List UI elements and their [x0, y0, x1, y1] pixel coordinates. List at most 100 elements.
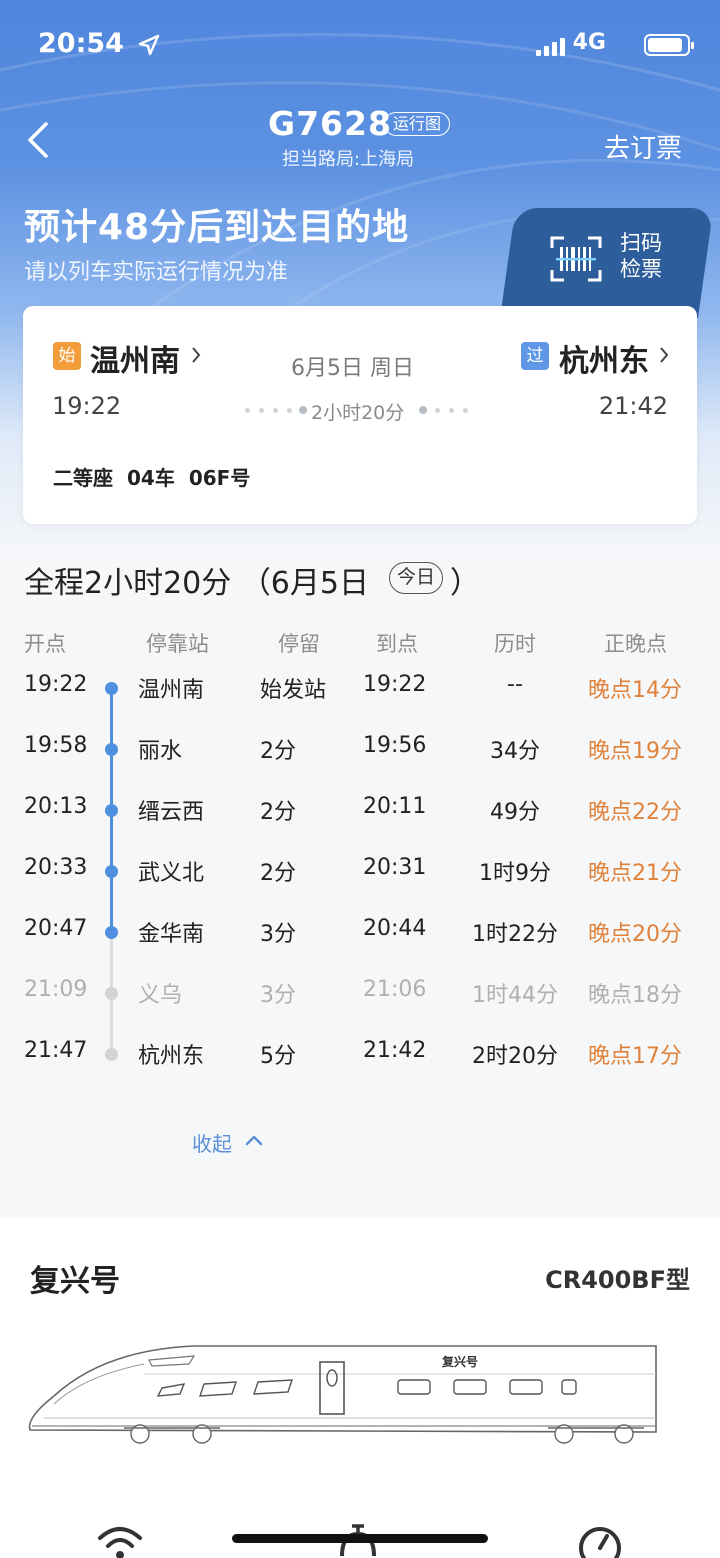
stop-delay: 晚点17分 — [588, 1044, 682, 1069]
stop-arrival: 19:22 — [363, 672, 427, 697]
stop-delay: 晚点18分 — [588, 983, 682, 1008]
seat-class: 二等座 — [53, 466, 113, 490]
train-info-section: 复兴号 CR400BF型 复兴号 — [0, 1218, 720, 1558]
stop-elapsed: -- — [507, 672, 523, 697]
stop-arrival: 20:11 — [363, 794, 427, 819]
stop-departure: 19:22 — [24, 672, 88, 697]
col-header-station: 停靠站 — [146, 632, 209, 656]
stop-stay: 5分 — [260, 1044, 296, 1069]
stop-row: 20:13 缙云西 2分 20:11 49分 晚点22分 — [0, 794, 720, 834]
stop-stay: 始发站 — [260, 678, 327, 703]
collapse-button[interactable]: 收起 — [192, 1128, 232, 1157]
schedule-title-end: ） — [450, 566, 480, 601]
eta-headline: 预计48分后到达目的地 — [24, 207, 410, 248]
stop-stay: 2分 — [260, 800, 296, 825]
train-number: G7628 — [268, 104, 392, 143]
stop-delay: 晚点19分 — [588, 739, 682, 764]
network-type: 4G — [572, 30, 606, 55]
travel-date: 6月5日 周日 — [291, 356, 414, 381]
col-header-arrival: 到点 — [376, 632, 418, 656]
stop-departure: 20:33 — [24, 855, 88, 880]
train-illustration: 复兴号 — [28, 1345, 657, 1444]
speedometer-icon — [579, 1527, 621, 1558]
stop-departure: 21:47 — [24, 1038, 88, 1063]
stop-delay: 晚点14分 — [588, 678, 682, 703]
trip-duration: 2小时20分 — [309, 398, 407, 425]
stop-elapsed: 49分 — [490, 800, 540, 825]
arrival-time: 21:42 — [598, 392, 668, 420]
battery-icon — [644, 34, 694, 56]
stop-departure: 20:47 — [24, 916, 88, 941]
chevron-up-icon[interactable] — [244, 1132, 264, 1148]
stop-row: 19:22 温州南 始发站 19:22 -- 晚点14分 — [0, 672, 720, 712]
stop-stay: 3分 — [260, 922, 296, 947]
stop-arrival: 21:42 — [363, 1038, 427, 1063]
stop-row: 20:33 武义北 2分 20:31 1时9分 晚点21分 — [0, 855, 720, 895]
stop-elapsed: 34分 — [490, 739, 540, 764]
barcode-scan-icon — [550, 236, 602, 282]
chevron-right-icon — [192, 347, 201, 363]
from-station[interactable]: 温州南 — [90, 336, 180, 380]
stop-stay: 3分 — [260, 983, 296, 1008]
stop-row: 20:47 金华南 3分 20:44 1时22分 晚点20分 — [0, 916, 720, 956]
stop-delay: 晚点22分 — [588, 800, 682, 825]
chevron-right-icon — [660, 347, 669, 363]
to-station[interactable]: 杭州东 — [559, 336, 649, 380]
stop-departure: 21:09 — [24, 977, 88, 1002]
stop-station: 缙云西 — [138, 800, 205, 825]
train-series-name: 复兴号 — [30, 1264, 120, 1299]
stop-delay: 晚点21分 — [588, 861, 682, 886]
scan-ticket-panel[interactable] — [500, 208, 714, 318]
stop-elapsed: 2时20分 — [472, 1044, 558, 1069]
col-header-departure: 开点 — [24, 632, 66, 656]
status-time: 20:54 — [38, 28, 124, 59]
car-number: 04车 — [127, 466, 175, 490]
train-art-label: 复兴号 — [441, 1354, 478, 1369]
stop-station: 杭州东 — [138, 1044, 205, 1069]
stop-row: 19:58 丽水 2分 19:56 34分 晚点19分 — [0, 733, 720, 773]
seat-info: 二等座 04车 06F号 — [53, 462, 264, 491]
stop-arrival: 21:06 — [363, 977, 427, 1002]
stop-departure: 19:58 — [24, 733, 88, 758]
col-header-stay: 停留 — [278, 632, 320, 656]
back-arrow-icon[interactable] — [24, 120, 54, 160]
wifi-icon — [98, 1527, 142, 1558]
stop-station: 武义北 — [138, 861, 205, 886]
schedule-title: 全程2小时20分 （6月5日 — [24, 566, 369, 601]
pass-badge: 过 — [521, 342, 549, 370]
seat-number: 06F号 — [188, 466, 251, 490]
stop-arrival: 20:31 — [363, 855, 427, 880]
stop-station: 义乌 — [138, 983, 183, 1008]
scan-label-line2: 检票 — [620, 257, 662, 281]
col-header-delay: 正晚点 — [604, 632, 667, 656]
train-model: CR400BF型 — [545, 1266, 690, 1294]
stop-stay: 2分 — [260, 739, 296, 764]
location-arrow-icon — [138, 34, 160, 56]
eta-note: 请以列车实际运行情况为准 — [24, 260, 289, 285]
stop-station: 丽水 — [138, 739, 183, 764]
ticket-card[interactable]: 始 温州南 6月5日 周日 过 杭州东 19:22 2小时20分 21:42 二… — [23, 306, 697, 524]
scan-label-line1: 扫码 — [620, 231, 662, 255]
stop-arrival: 20:44 — [363, 916, 427, 941]
stop-departure: 20:13 — [24, 794, 88, 819]
stop-station: 温州南 — [138, 678, 205, 703]
stop-stay: 2分 — [260, 861, 296, 886]
departure-time: 19:22 — [52, 392, 122, 420]
start-badge: 始 — [53, 342, 81, 370]
stop-row: 21:09 义乌 3分 21:06 1时44分 晚点18分 — [0, 977, 720, 1017]
col-header-elapsed: 历时 — [494, 632, 536, 656]
stop-arrival: 19:56 — [363, 733, 427, 758]
stop-station: 金华南 — [138, 922, 205, 947]
stop-row: 21:47 杭州东 5分 21:42 2时20分 晚点17分 — [0, 1038, 720, 1078]
stop-delay: 晚点20分 — [588, 922, 682, 947]
signal-bars-icon — [536, 36, 566, 56]
status-bar: 20:54 4G — [38, 28, 694, 64]
today-chip: 今日 — [389, 562, 444, 594]
bureau-label: 担当路局:上海局 — [282, 149, 415, 170]
run-chart-button[interactable]: 运行图 — [384, 112, 451, 136]
stop-elapsed: 1时22分 — [472, 922, 558, 947]
stop-elapsed: 1时9分 — [479, 861, 551, 886]
book-ticket-button[interactable]: 去订票 — [604, 128, 682, 165]
home-indicator[interactable] — [232, 1534, 488, 1543]
stop-elapsed: 1时44分 — [472, 983, 558, 1008]
